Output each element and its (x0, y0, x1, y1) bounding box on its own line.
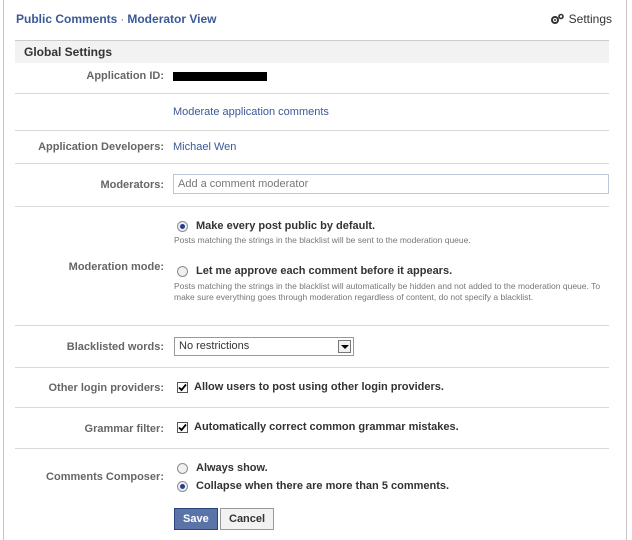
settings-button[interactable]: Settings (550, 12, 612, 26)
cancel-button[interactable]: Cancel (220, 508, 275, 530)
radio-approve[interactable] (177, 265, 188, 277)
blacklist-selected-value: No restrictions (179, 340, 250, 352)
moderator-input[interactable]: Add a comment moderator (173, 174, 609, 194)
radio-public[interactable] (177, 220, 188, 232)
option-approve-label: Let me approve each comment before it ap… (196, 265, 453, 277)
other-login-option[interactable]: Allow users to post using other login pr… (177, 381, 444, 393)
row-grammar: Grammar filter: Automatically correct co… (15, 408, 609, 449)
developers-label: Application Developers: (38, 141, 164, 153)
radio-collapse[interactable] (177, 480, 188, 492)
developer-link[interactable]: Michael Wen (173, 141, 236, 153)
row-blacklist: Blacklisted words: No restrictions (15, 326, 609, 368)
blacklist-label: Blacklisted words: (66, 341, 164, 353)
row-application-id: Application ID: (15, 63, 609, 94)
grammar-text: Automatically correct common grammar mis… (194, 421, 459, 433)
row-moderate-link: Moderate application comments (15, 94, 609, 131)
option-approve-hint: Posts matching the strings in the blackl… (174, 281, 601, 302)
composer-collapse-label: Collapse when there are more than 5 comm… (196, 480, 450, 492)
row-developers: Application Developers: Michael Wen (15, 131, 609, 164)
grammar-label: Grammar filter: (84, 423, 164, 435)
checkmark-icon (178, 423, 187, 431)
page-title: Public Comments · Moderator View (16, 12, 217, 26)
composer-option-collapse[interactable]: Collapse when there are more than 5 comm… (177, 480, 449, 492)
composer-label: Comments Composer: (46, 471, 164, 483)
application-id-label: Application ID: (86, 70, 164, 82)
frame-border-left (3, 0, 4, 540)
row-other-login: Other login providers: Allow users to po… (15, 368, 609, 408)
header: Public Comments · Moderator View Settings (4, 0, 626, 37)
moderation-option-approve[interactable]: Let me approve each comment before it ap… (177, 265, 452, 277)
option-public-label: Make every post public by default. (196, 220, 376, 232)
checkmark-icon (178, 383, 187, 391)
row-moderation-mode: Moderation mode: Make every post public … (15, 207, 609, 326)
other-login-label: Other login providers: (48, 382, 164, 394)
moderators-label: Moderators: (100, 179, 164, 191)
other-login-text: Allow users to post using other login pr… (194, 381, 444, 393)
settings-label: Settings (568, 12, 612, 26)
grammar-option[interactable]: Automatically correct common grammar mis… (177, 421, 459, 433)
composer-always-label: Always show. (196, 462, 268, 474)
subtitle: Moderator View (127, 12, 217, 26)
moderate-comments-link[interactable]: Moderate application comments (173, 106, 329, 118)
blacklist-select[interactable]: No restrictions (174, 337, 354, 356)
composer-option-always[interactable]: Always show. (177, 462, 268, 474)
title-separator: · (120, 12, 125, 26)
grammar-checkbox[interactable] (177, 421, 188, 433)
section-header-global-settings: Global Settings (15, 40, 609, 63)
moderation-option-public[interactable]: Make every post public by default. (177, 220, 375, 232)
save-button[interactable]: Save (174, 508, 218, 530)
row-moderators: Moderators: Add a comment moderator (15, 164, 609, 207)
application-id-value-redacted (173, 72, 267, 81)
moderation-mode-label: Moderation mode: (68, 261, 164, 273)
frame-border-right (626, 0, 627, 540)
other-login-checkbox[interactable] (177, 381, 188, 393)
radio-always[interactable] (177, 462, 188, 474)
row-composer: Comments Composer: Always show. Collapse… (15, 449, 609, 540)
option-public-hint: Posts matching the strings in the blackl… (174, 235, 471, 245)
title-link[interactable]: Public Comments (16, 12, 117, 26)
chevron-down-icon[interactable] (338, 340, 351, 353)
gears-icon (550, 13, 564, 24)
